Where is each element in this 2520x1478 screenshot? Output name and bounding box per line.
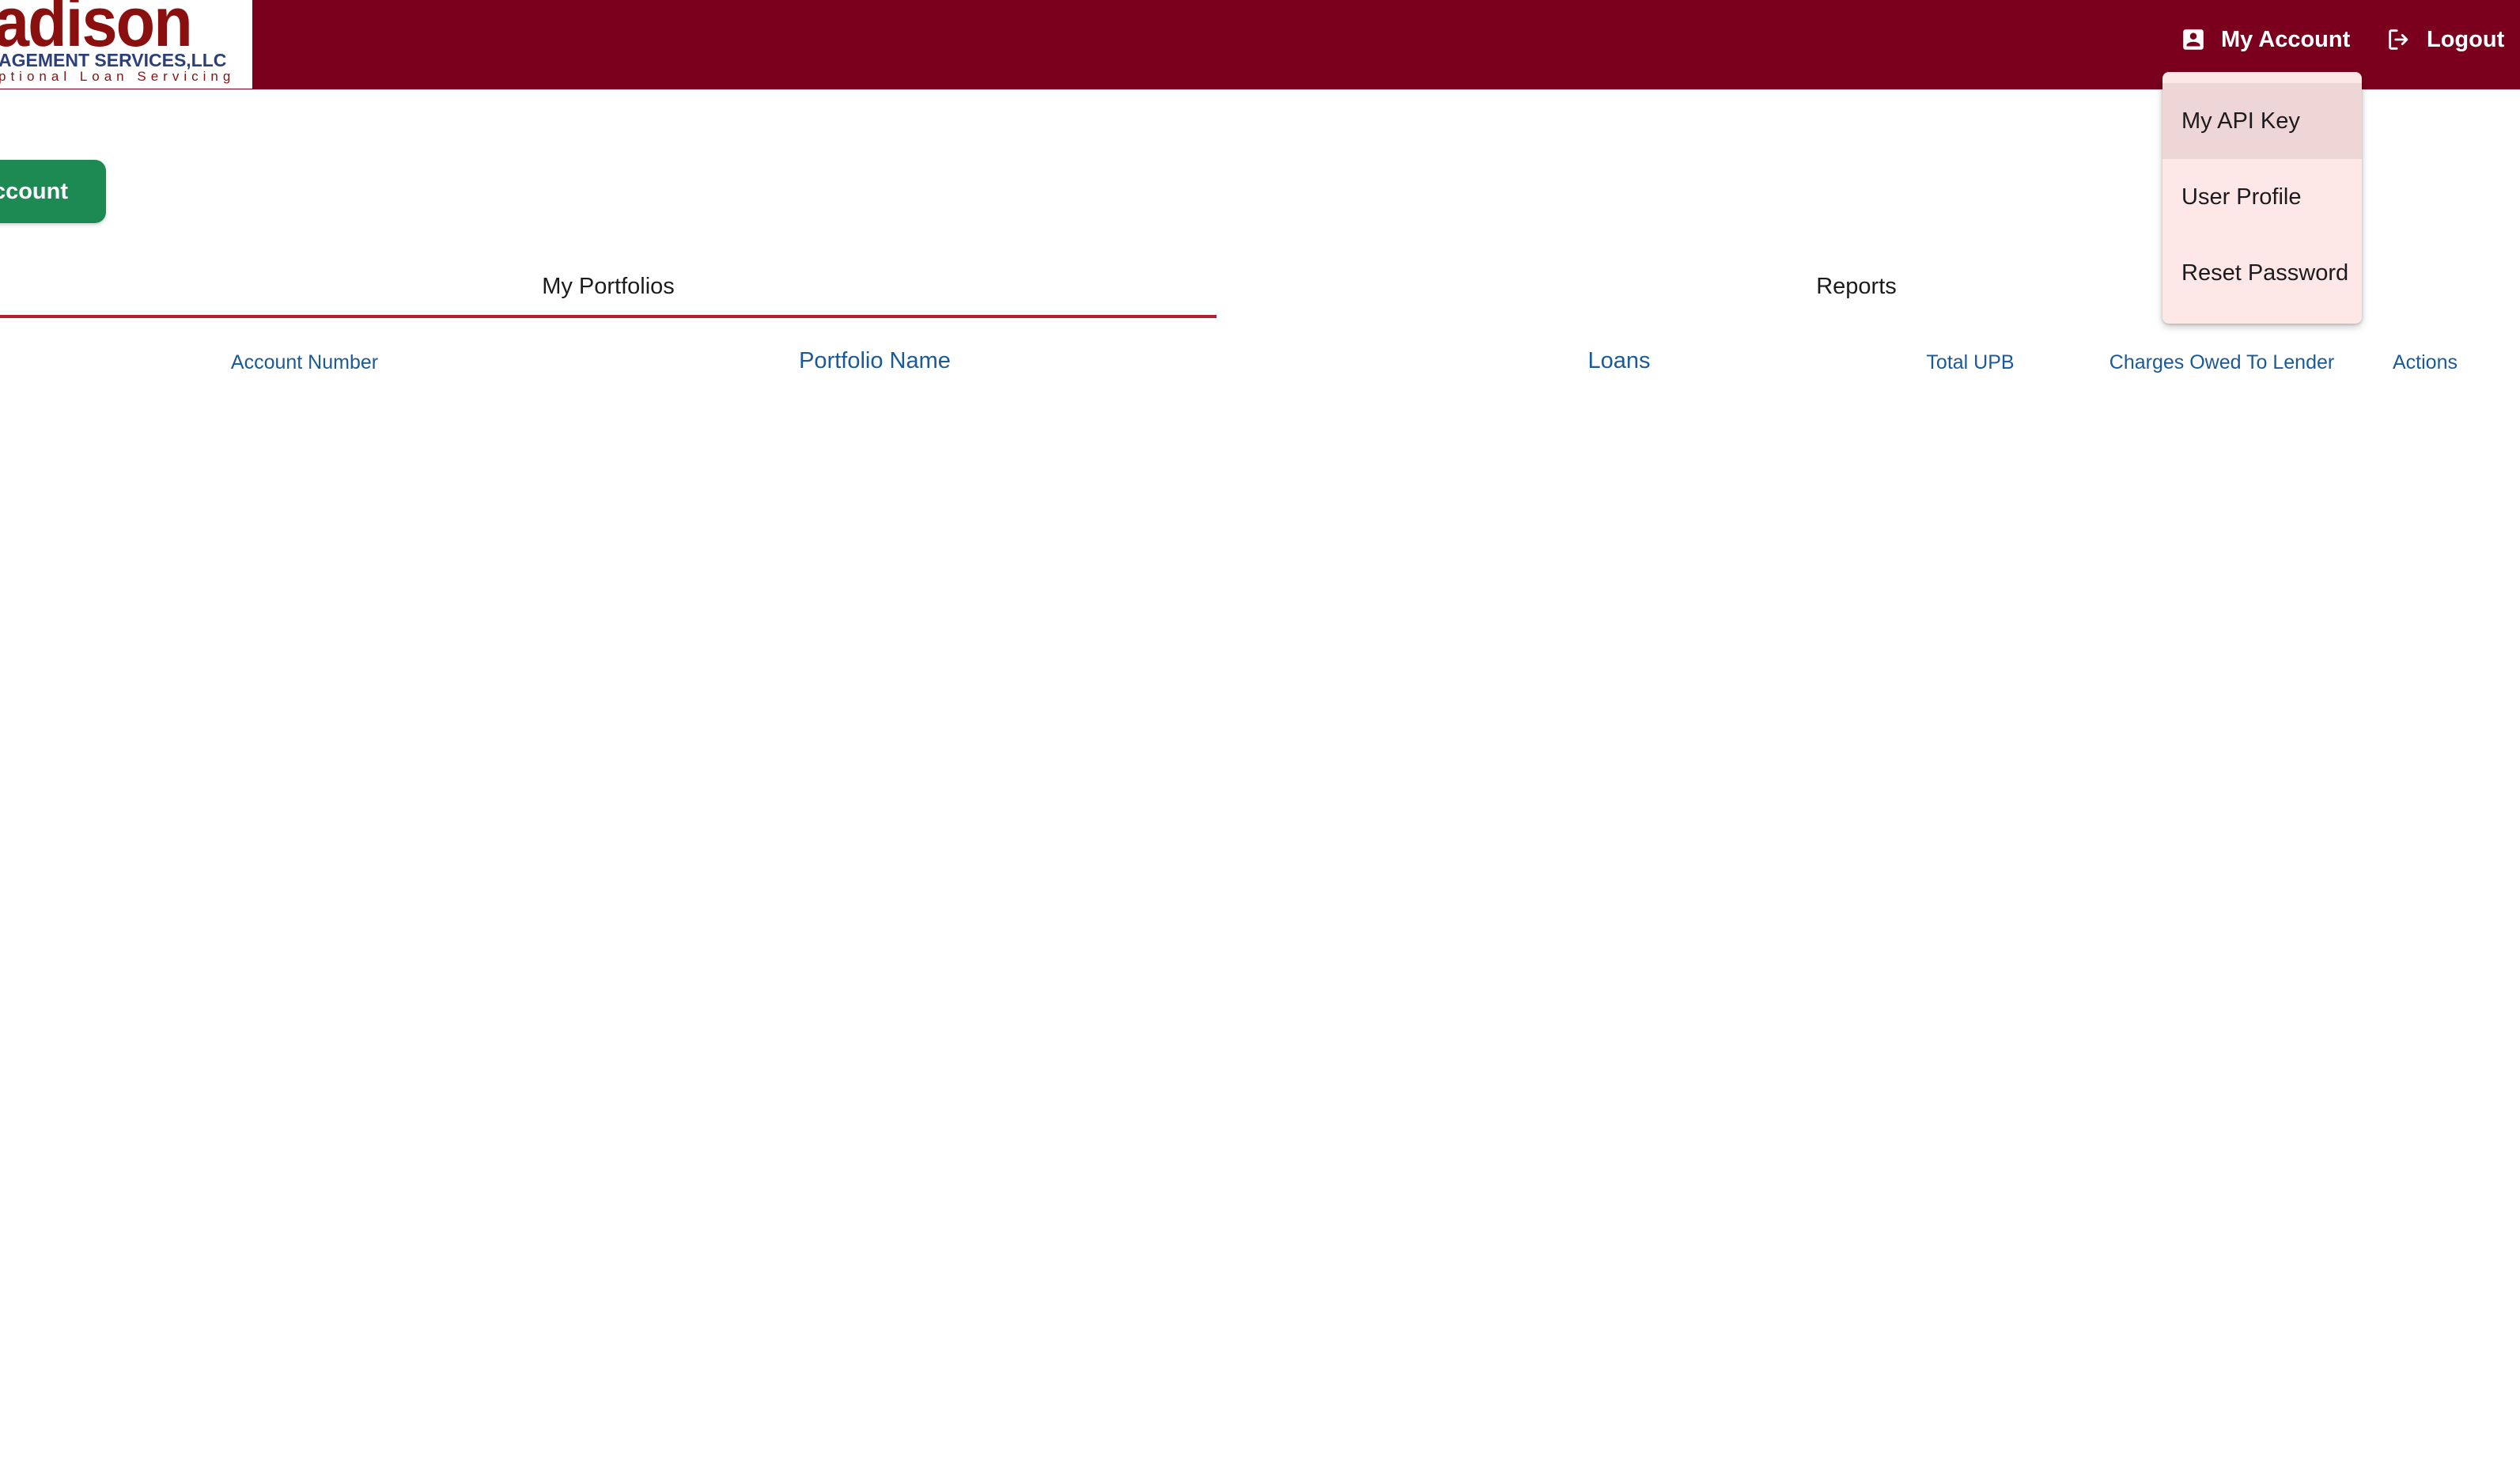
logo-company-line: AGEMENT SERVICES,LLC (0, 50, 227, 70)
my-account-button[interactable]: My Account (2180, 22, 2350, 57)
top-app-bar: adison AGEMENT SERVICES,LLC ptional Loan… (0, 0, 2520, 89)
active-tab-indicator (0, 315, 1216, 318)
logout-icon (2389, 29, 2408, 50)
tab-my-portfolios[interactable]: My Portfolios (0, 255, 1216, 318)
column-header-account-number[interactable]: Account Number (231, 351, 378, 374)
logo-wordmark: adison (0, 0, 193, 61)
column-header-charges-owed[interactable]: Charges Owed To Lender (2109, 351, 2334, 374)
column-header-total-upb[interactable]: Total UPB (1926, 351, 2014, 374)
logout-button[interactable]: Logout (2386, 22, 2504, 57)
logo-tagline: ptional Loan Servicing (0, 69, 236, 84)
account-box-icon (2183, 29, 2204, 50)
menu-item-my-api-key[interactable]: My API Key (2162, 83, 2362, 159)
tab-my-portfolios-label: My Portfolios (542, 273, 675, 299)
my-account-label: My Account (2221, 26, 2351, 52)
menu-item-label: Reset Password (2181, 260, 2349, 286)
menu-item-label: User Profile (2181, 184, 2302, 210)
menu-item-label: My API Key (2181, 108, 2300, 134)
tab-reports-label: Reports (1816, 273, 1897, 299)
company-logo[interactable]: adison AGEMENT SERVICES,LLC ptional Loan… (0, 0, 252, 89)
logout-label: Logout (2427, 26, 2505, 52)
menu-item-reset-password[interactable]: Reset Password (2162, 235, 2362, 311)
add-account-label: ccount (0, 178, 68, 204)
column-header-loans[interactable]: Loans (1587, 348, 1650, 374)
column-header-actions[interactable]: Actions (2393, 351, 2458, 374)
add-account-button[interactable]: ccount (0, 160, 106, 223)
account-dropdown-menu: My API Key User Profile Reset Password (2162, 72, 2362, 324)
column-header-portfolio-name[interactable]: Portfolio Name (799, 348, 951, 374)
menu-item-user-profile[interactable]: User Profile (2162, 159, 2362, 235)
